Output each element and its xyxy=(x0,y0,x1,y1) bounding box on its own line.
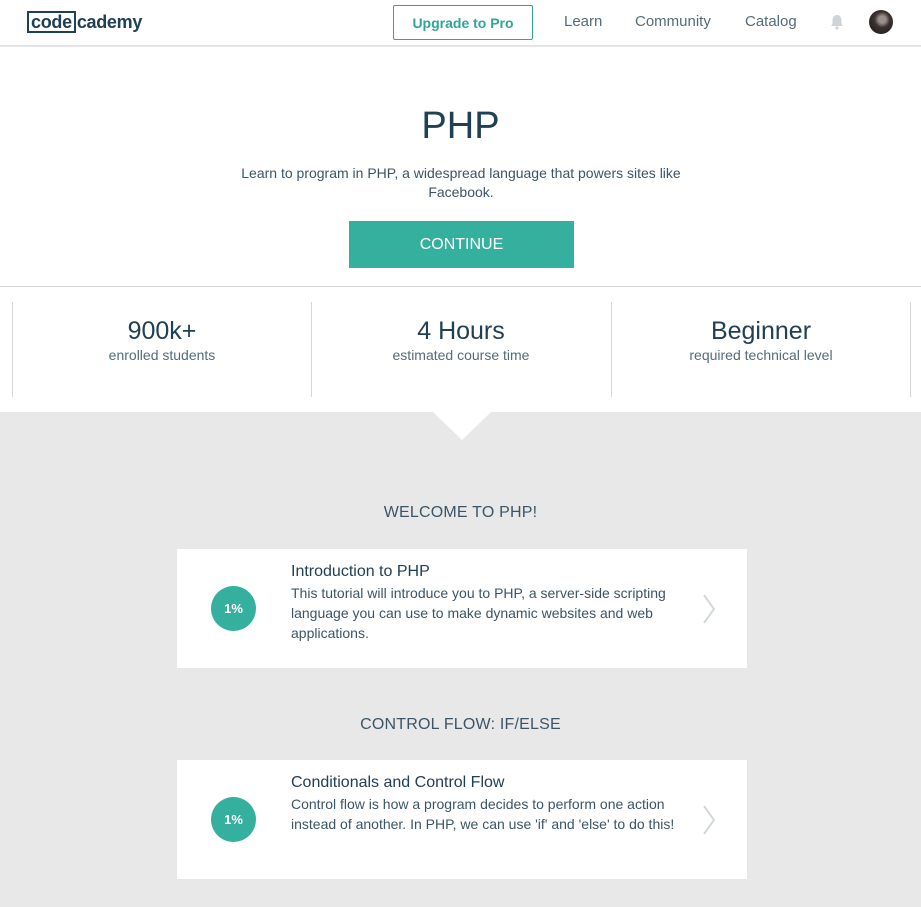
lesson-description: Control flow is how a program decides to… xyxy=(291,796,675,832)
chevron-right-icon[interactable] xyxy=(701,804,717,836)
course-description: Learn to program in PHP, a widespread la… xyxy=(241,165,681,200)
section-title: WELCOME TO PHP! xyxy=(383,504,538,521)
lesson-title: Conditionals and Control Flow xyxy=(291,774,505,791)
stat-enrolled: 900k+ enrolled students xyxy=(12,302,312,397)
lesson-title: Introduction to PHP xyxy=(291,563,430,580)
course-hero: PHP Learn to program in PHP, a widesprea… xyxy=(0,47,921,287)
stat-label: enrolled students xyxy=(108,347,216,363)
stat-value: 900k+ xyxy=(127,317,197,345)
lesson-card-intro-to-php[interactable]: 1% Introduction to PHP This tutorial wil… xyxy=(177,549,747,668)
upgrade-to-pro-button[interactable]: Upgrade to Pro xyxy=(393,5,533,40)
nav-link-learn[interactable]: Learn xyxy=(564,13,602,30)
section-pointer-arrow xyxy=(433,412,491,440)
progress-badge: 1% xyxy=(211,586,256,631)
stat-label: estimated course time xyxy=(392,347,530,363)
codecademy-logo[interactable]: code cademy xyxy=(27,11,142,33)
stat-value: 4 Hours xyxy=(417,317,505,345)
stat-label: required technical level xyxy=(689,347,833,363)
chevron-right-icon[interactable] xyxy=(701,593,717,625)
course-stats: 900k+ enrolled students 4 Hours estimate… xyxy=(0,287,921,412)
logo-text-part: cademy xyxy=(76,12,143,32)
stat-course-time: 4 Hours estimated course time xyxy=(311,302,611,397)
continue-button[interactable]: CONTINUE xyxy=(349,221,574,268)
logo-boxed-part: code xyxy=(27,11,76,33)
stat-technical-level: Beginner required technical level xyxy=(611,302,911,397)
lesson-card-conditionals[interactable]: 1% Conditionals and Control Flow Control… xyxy=(177,760,747,879)
bell-icon[interactable] xyxy=(828,13,846,31)
stat-divider xyxy=(910,302,911,397)
progress-badge: 1% xyxy=(211,797,256,842)
course-title: PHP xyxy=(421,105,500,147)
nav-link-catalog[interactable]: Catalog xyxy=(745,13,797,30)
nav-link-community[interactable]: Community xyxy=(635,13,711,30)
top-navigation-bar: code cademy Upgrade to Pro Learn Communit… xyxy=(0,0,921,46)
section-title: CONTROL FLOW: IF/ELSE xyxy=(360,716,561,733)
lesson-description: This tutorial will introduce you to PHP,… xyxy=(291,585,666,641)
user-avatar[interactable] xyxy=(869,10,893,34)
stat-value: Beginner xyxy=(710,317,812,345)
